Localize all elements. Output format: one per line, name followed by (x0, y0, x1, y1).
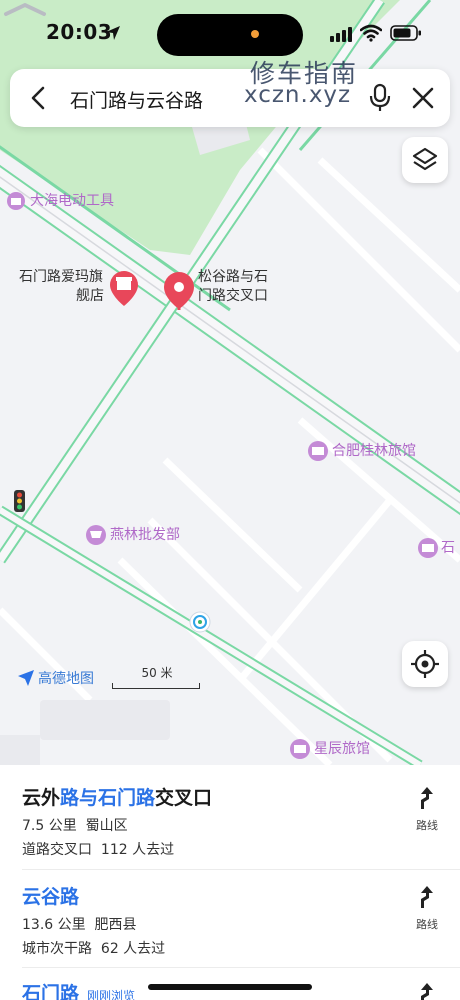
result-district: 蜀山区 (85, 818, 128, 834)
back-arrow-icon[interactable] (24, 83, 54, 113)
result-visitors: 62 人去过 (100, 941, 166, 957)
amap-logo-icon (18, 670, 34, 686)
poi-label-shop-line2[interactable]: 舰店 (76, 287, 104, 305)
poi-label-pin-line1[interactable]: 松谷路与石 (198, 268, 268, 286)
poi-icon-yanlin (86, 525, 106, 545)
dynamic-island (157, 14, 303, 56)
layers-button[interactable] (402, 137, 448, 183)
result-district: 肥西县 (94, 917, 137, 933)
poi-label-yanlin[interactable]: 燕林批发部 (110, 526, 180, 544)
result-distance: 13.6 公里 (22, 917, 86, 933)
route-arrow-icon (421, 886, 433, 908)
layers-icon (412, 147, 438, 171)
poi-label-shi-edge[interactable]: 石 (441, 539, 455, 557)
map-scale: 50 米 (112, 664, 202, 689)
status-time: 20:03 (46, 20, 113, 44)
poi-label-pin-line2[interactable]: 门路交叉口 (198, 287, 268, 305)
locate-me-button[interactable] (402, 641, 448, 687)
poi-icon-hefei-guilin (308, 441, 328, 461)
result-meta: 13.6 公里 肥西县 (22, 914, 137, 934)
store-pin-icon (110, 271, 138, 306)
result-title[interactable]: 石门路 刚刚浏览 (22, 979, 135, 1000)
result-distance: 7.5 公里 (22, 818, 77, 834)
poi-icon-shi-edge (418, 538, 438, 558)
poi-label-xingchen[interactable]: 星辰旅馆 (314, 740, 370, 758)
battery-icon (390, 25, 421, 41)
search-bar[interactable]: 石门路与云谷路 (10, 69, 450, 127)
carrier-poi-icon (189, 611, 211, 633)
poi-label-dahai[interactable]: 大海电动工具 (30, 192, 114, 210)
close-icon[interactable] (408, 83, 438, 113)
search-query-text[interactable]: 石门路与云谷路 (70, 86, 203, 113)
result-meta: 7.5 公里 蜀山区 (22, 815, 128, 835)
crosshair-icon (411, 650, 439, 678)
search-results-sheet: 云外路与石门路交叉口 7.5 公里 蜀山区 道路交叉口 112 人去过 路线 云… (0, 765, 460, 1000)
result-title-text: 石门路 (22, 983, 80, 1000)
result-title[interactable]: 云外路与石门路交叉口 (22, 783, 212, 810)
wifi-icon (360, 24, 382, 42)
result-category: 城市次干路 (22, 941, 92, 957)
route-button[interactable] (408, 981, 446, 1000)
route-label: 路线 (416, 819, 438, 832)
result-category: 道路交叉口 (22, 842, 92, 858)
traffic-light-icon (14, 490, 25, 512)
divider (22, 869, 460, 870)
result-title[interactable]: 云谷路 (22, 882, 79, 909)
poi-label-shop-line1[interactable]: 石门路爱玛旗 (19, 268, 103, 286)
scale-bar (112, 683, 200, 689)
poi-icon-xingchen (290, 739, 310, 759)
scale-label: 50 米 (141, 666, 173, 680)
result-title-highlight: 路与石门路 (60, 787, 156, 809)
result-title-part: 云外 (22, 787, 61, 809)
poi-label-hefei-guilin[interactable]: 合肥桂林旅馆 (332, 442, 416, 460)
home-indicator[interactable] (148, 984, 312, 990)
status-bar: 20:03 (0, 0, 460, 66)
location-arrow-icon (106, 26, 120, 40)
amap-logo-text: 高德地图 (38, 671, 94, 687)
divider (22, 967, 460, 968)
microphone-icon[interactable] (367, 83, 393, 113)
route-label: 路线 (416, 918, 438, 931)
route-button[interactable]: 路线 (408, 785, 446, 845)
recently-viewed-tag: 刚刚浏览 (87, 989, 136, 1000)
poi-icon-dahai (7, 192, 25, 210)
privacy-indicator-dot (251, 30, 259, 38)
result-title-part: 交叉口 (155, 787, 213, 809)
cellular-signal-icon (330, 27, 352, 42)
route-arrow-icon (421, 787, 433, 809)
route-arrow-icon (421, 983, 433, 1000)
result-info: 城市次干路 62 人去过 (22, 938, 165, 958)
result-visitors: 112 人去过 (100, 842, 175, 858)
watermark-line2: xczn.xyz (244, 82, 352, 108)
route-button[interactable]: 路线 (408, 884, 446, 944)
result-info: 道路交叉口 112 人去过 (22, 839, 174, 859)
